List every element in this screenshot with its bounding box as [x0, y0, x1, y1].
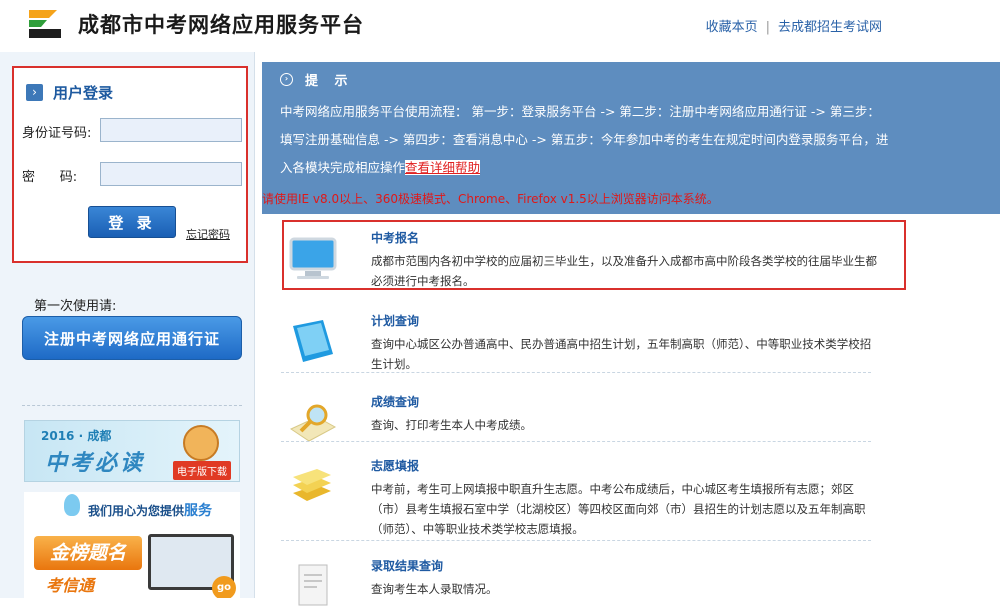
banner-gold-text: 金榜题名 [34, 536, 142, 570]
password-label: 密 码: [22, 170, 78, 185]
service-item-admission[interactable]: 录取结果查询 查询考生本人录取情况。 [281, 557, 871, 606]
monitor-icon [289, 237, 337, 279]
exam-site-link[interactable]: 去成都招生考试网 [778, 20, 882, 35]
id-number-label: 身份证号码: [22, 126, 92, 141]
notice-text: 中考网络应用服务平台使用流程： 第一步：登录服务平台 -> 第二步：注册中考网络… [280, 104, 889, 175]
books-icon [293, 469, 331, 501]
notice-header: › 提 示 [280, 70, 354, 89]
slogan-highlight: 服务 [184, 503, 213, 519]
left-sidebar: › 用户登录 身份证号码: 密 码: 登 录 忘记密码 第一次使用请: 注册中考… [0, 52, 255, 598]
service-title[interactable]: 计划查询 [371, 312, 419, 329]
service-desc: 中考前，考生可上网填报中职直升生志愿。中考公布成绩后，中心城区考生填报所有志愿；… [371, 482, 866, 536]
slogan-text: 我们用心为您提供 [88, 504, 185, 518]
login-title: 用户登录 [53, 83, 114, 102]
banner-year: 2016 · 成都 [41, 429, 112, 443]
register-button[interactable]: 注册中考网络应用通行证 [22, 316, 242, 360]
service-title[interactable]: 录取结果查询 [371, 557, 443, 574]
service-title[interactable]: 成绩查询 [371, 393, 419, 410]
service-desc: 成都市范围内各初中学校的应届初三毕业生，以及准备升入成都市高中阶段各类学校的往届… [371, 254, 877, 288]
id-number-input[interactable] [100, 118, 242, 142]
service-item-preferences[interactable]: 志愿填报 中考前，考生可上网填报中职直升生志愿。中考公布成绩后，中心城区考生填报… [281, 457, 871, 536]
service-divider [281, 441, 871, 442]
link-separator: | [765, 20, 770, 35]
forgot-password-link[interactable]: 忘记密码 [186, 226, 230, 242]
notice-body: 中考网络应用服务平台使用流程： 第一步：登录服务平台 -> 第二步：注册中考网络… [280, 98, 890, 182]
header: 成都市中考网络应用服务平台 收藏本页 | 去成都招生考试网 [0, 0, 1000, 52]
lightbulb-icon [64, 494, 80, 516]
service-title[interactable]: 中考报名 [371, 229, 419, 246]
password-input[interactable] [100, 162, 242, 186]
bookmark-link[interactable]: 收藏本页 [706, 20, 758, 35]
banner-slogan: 我们用心为您提供服务 [88, 500, 212, 520]
login-button[interactable]: 登 录 [88, 206, 176, 238]
service-banner[interactable]: 我们用心为您提供服务 金榜题名 考信通 go [24, 492, 240, 598]
sidebar-divider [22, 405, 242, 406]
help-link[interactable]: 查看详细帮助 [405, 160, 481, 175]
service-item-registration[interactable]: 中考报名 成都市范围内各初中学校的应届初三毕业生，以及准备升入成都市高中阶段各类… [281, 229, 877, 289]
service-divider [281, 372, 871, 373]
first-use-label: 第一次使用请: [34, 299, 117, 314]
magnifier-icon [289, 404, 337, 442]
banner-main-text: 中考必读 [45, 451, 146, 476]
service-desc: 查询考生本人录取情况。 [371, 582, 498, 596]
exam-guide-banner[interactable]: 2016 · 成都 中考必读 电子版下载 [24, 420, 240, 482]
service-item-plan[interactable]: 计划查询 查询中心城区公办普通高中、民办普通高中招生计划，五年制高职（师范）、中… [281, 312, 871, 372]
go-button[interactable]: go [212, 576, 236, 598]
login-panel: › 用户登录 身份证号码: 密 码: 登 录 忘记密码 [12, 66, 248, 263]
browser-warning: 请使用IE v8.0以上、360极速模式、Chrome、Firefox v1.5… [262, 192, 719, 206]
service-item-scores[interactable]: 成绩查询 查询、打印考生本人中考成绩。 [281, 393, 871, 442]
notice-title: 提 示 [305, 74, 354, 89]
top-links: 收藏本页 | 去成都招生考试网 [706, 16, 882, 35]
download-tag: 电子版下载 [173, 461, 231, 480]
notebook-icon [293, 320, 333, 362]
banner-sub-text: 考信通 [46, 576, 95, 595]
service-desc: 查询中心城区公办普通高中、民办普通高中招生计划，五年制高职（师范）、中等职业技术… [371, 337, 872, 371]
service-title[interactable]: 志愿填报 [371, 457, 419, 474]
service-divider [281, 540, 871, 541]
document-icon [298, 564, 328, 606]
mascot-icon [183, 425, 219, 461]
site-title: 成都市中考网络应用服务平台 [78, 13, 364, 37]
chevron-right-icon: › [26, 83, 43, 101]
circle-arrow-icon: › [280, 73, 293, 86]
service-desc: 查询、打印考生本人中考成绩。 [371, 418, 532, 432]
login-header: › 用户登录 [26, 82, 113, 102]
site-logo-icon [29, 10, 61, 38]
